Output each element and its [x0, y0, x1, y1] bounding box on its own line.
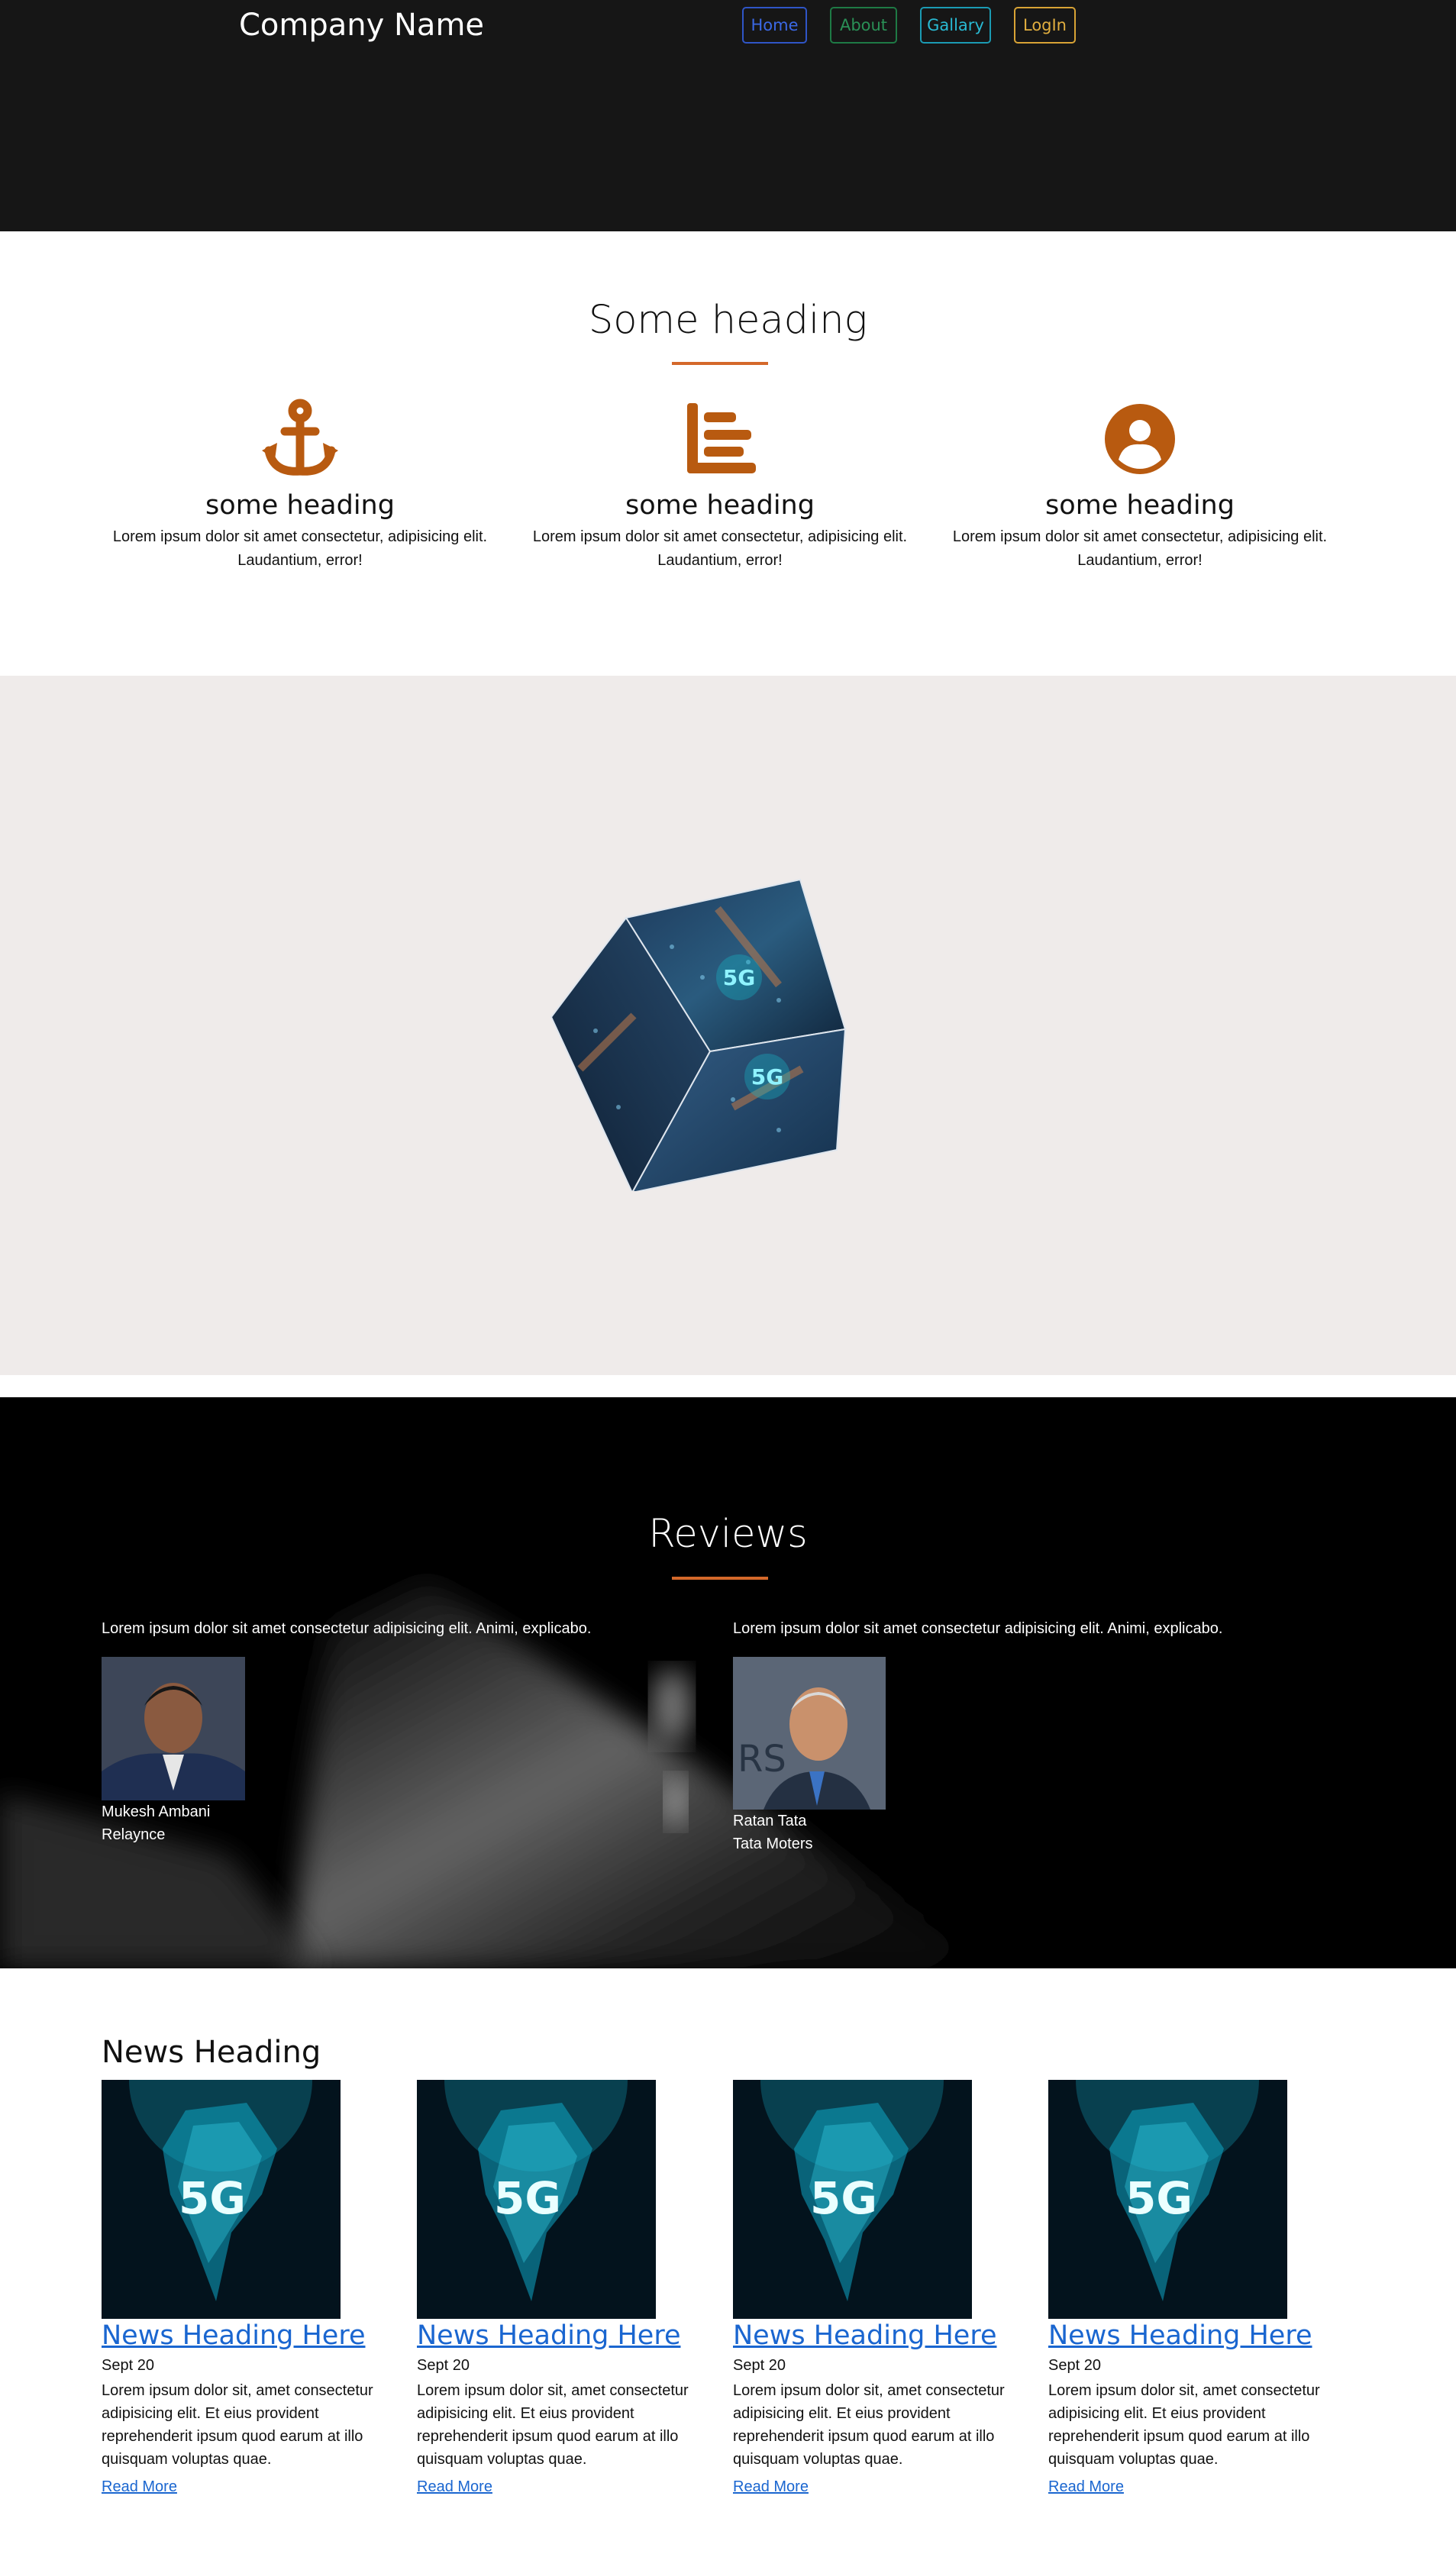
news-card: 5G News Heading Here Sept 20 Lorem ipsum… [417, 2080, 703, 2496]
news-image[interactable]: 5G [1048, 2080, 1287, 2319]
news-card: 5G News Heading Here Sept 20 Lorem ipsum… [1048, 2080, 1335, 2496]
news-image[interactable]: 5G [733, 2080, 972, 2319]
cube-face-label: 5G [723, 965, 755, 990]
news-title-link[interactable]: News Heading Here [733, 2320, 1019, 2351]
review-text: Lorem ipsum dolor sit amet consectetur a… [102, 1620, 592, 1637]
reviews-section: Reviews Lorem ipsum dolor sit amet conse… [0, 1397, 1456, 1968]
news-image-label: 5G [810, 2172, 877, 2224]
feature-title: some heading [205, 490, 395, 521]
brand-name[interactable]: Company Name [239, 8, 484, 43]
nav-gallery-button[interactable]: Gallary [920, 7, 991, 44]
read-more-link[interactable]: Read More [733, 2478, 1019, 2496]
news-title-link[interactable]: News Heading Here [1048, 2320, 1335, 2351]
reviewer-name: Ratan Tata [733, 1813, 807, 1829]
feature-title: some heading [1045, 490, 1235, 521]
feature-text: Lorem ipsum dolor sit amet consectetur, … [532, 528, 908, 569]
news-date: Sept 20 [102, 2357, 154, 2374]
feature-text: Lorem ipsum dolor sit amet consectetur, … [112, 528, 488, 569]
reviews-heading: Reviews [648, 1512, 808, 1557]
read-more-link[interactable]: Read More [1048, 2478, 1335, 2496]
news-body: Lorem ipsum dolor sit, amet consectetur … [417, 2382, 689, 2468]
features-heading-underline [672, 362, 768, 365]
news-image[interactable]: 5G [417, 2080, 656, 2319]
reviewer-company: Relaynce [102, 1826, 166, 1843]
site-header: Company Name Home About Gallary LogIn [0, 0, 1456, 231]
rotating-5g-cube: 5G 5G [550, 878, 855, 1195]
news-heading: News Heading [102, 2035, 321, 2070]
news-title-link[interactable]: News Heading Here [417, 2320, 703, 2351]
reviewer-company: Tata Moters [733, 1836, 813, 1852]
news-image-label: 5G [1125, 2172, 1193, 2224]
reviews-heading-underline [672, 1577, 768, 1580]
svg-text:RS: RS [738, 1738, 786, 1781]
news-image[interactable]: 5G [102, 2080, 341, 2319]
news-image-label: 5G [494, 2172, 561, 2224]
feature-card: some heading Lorem ipsum dolor sit amet … [941, 397, 1338, 573]
news-body: Lorem ipsum dolor sit, amet consectetur … [102, 2382, 373, 2468]
review-text: Lorem ipsum dolor sit amet consectetur a… [733, 1620, 1223, 1637]
feature-card: some heading Lorem ipsum dolor sit amet … [102, 397, 499, 573]
news-body: Lorem ipsum dolor sit, amet consectetur … [1048, 2382, 1320, 2468]
feature-card: some heading Lorem ipsum dolor sit amet … [521, 397, 918, 573]
news-date: Sept 20 [1048, 2357, 1101, 2374]
read-more-link[interactable]: Read More [102, 2478, 388, 2496]
news-date: Sept 20 [417, 2357, 470, 2374]
news-card: 5G News Heading Here Sept 20 Lorem ipsum… [733, 2080, 1019, 2496]
nav-home-button[interactable]: Home [742, 7, 807, 44]
avatar [102, 1657, 245, 1800]
news-body: Lorem ipsum dolor sit, amet consectetur … [733, 2382, 1005, 2468]
cube-face-label: 5G [751, 1064, 783, 1090]
feature-title: some heading [625, 490, 815, 521]
bar-chart-icon [678, 397, 762, 481]
news-image-label: 5G [179, 2172, 246, 2224]
user-circle-icon [1098, 397, 1182, 481]
feature-text: Lorem ipsum dolor sit amet consectetur, … [952, 528, 1328, 569]
avatar: RS [733, 1657, 886, 1810]
nav-about-button[interactable]: About [830, 7, 897, 44]
anchor-icon [258, 397, 342, 481]
reviewer-info: Ratan Tata Tata Moters [733, 1810, 812, 1855]
features-heading: Some heading [588, 298, 868, 343]
news-title-link[interactable]: News Heading Here [102, 2320, 388, 2351]
reviewer-info: Mukesh Ambani Relaynce [102, 1800, 210, 1846]
news-card: 5G News Heading Here Sept 20 Lorem ipsum… [102, 2080, 388, 2496]
nav-login-button[interactable]: LogIn [1014, 7, 1076, 44]
reviewer-name: Mukesh Ambani [102, 1803, 211, 1820]
read-more-link[interactable]: Read More [417, 2478, 703, 2496]
news-date: Sept 20 [733, 2357, 786, 2374]
